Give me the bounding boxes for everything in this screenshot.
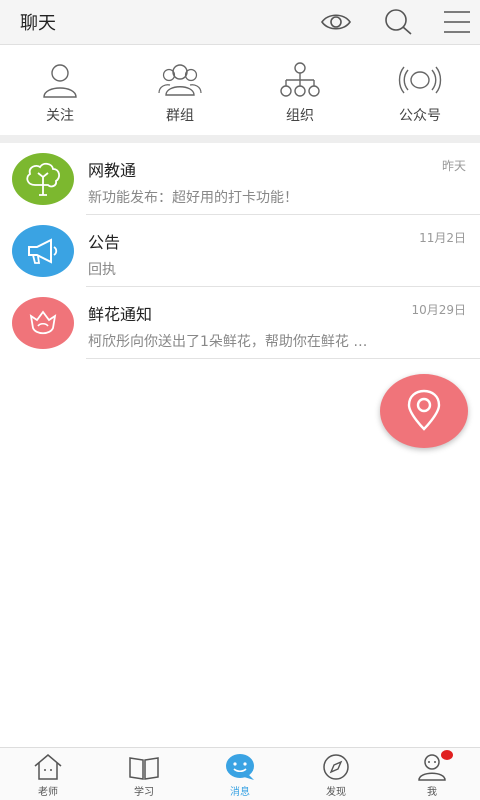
avatar (12, 297, 74, 349)
divider (86, 358, 480, 359)
flower-icon (29, 310, 57, 335)
search-icon[interactable] (382, 6, 414, 38)
message-sender: 公告 (88, 233, 121, 252)
tab-study-label: 学习 (134, 787, 154, 798)
menu-icon[interactable] (440, 6, 472, 38)
tab-study[interactable]: 学习 (96, 748, 192, 800)
tab-me[interactable]: 我 (384, 748, 480, 800)
quick-follow[interactable]: 关注 (0, 45, 120, 135)
message-time: 10月29日 (411, 303, 466, 317)
message-time: 昨天 (441, 159, 466, 173)
chat-icon (226, 754, 254, 780)
quick-follow-label: 关注 (46, 108, 74, 124)
location-pin-icon (407, 389, 441, 431)
avatar (12, 225, 74, 277)
avatar (12, 153, 74, 205)
location-fab-button[interactable] (380, 374, 468, 448)
quick-official-accounts-label: 公众号 (399, 108, 441, 124)
tab-messages-label: 消息 (230, 787, 250, 798)
tab-teacher[interactable]: 老师 (0, 748, 96, 800)
message-sender: 网教通 (88, 161, 137, 180)
page-title: 聊天 (20, 13, 56, 34)
tab-discover[interactable]: 发现 (288, 748, 384, 800)
book-icon (129, 757, 159, 780)
eye-icon[interactable] (320, 6, 352, 38)
org-chart-icon (280, 62, 320, 97)
broadcast-icon (398, 66, 442, 94)
tree-icon (26, 162, 60, 196)
quick-organization-label: 组织 (286, 108, 314, 124)
tab-messages[interactable]: 消息 (192, 748, 288, 800)
megaphone-icon (28, 238, 58, 264)
top-bar: 聊天 (0, 0, 480, 45)
notification-badge (441, 750, 453, 760)
person-icon (43, 64, 77, 98)
quick-actions: 关注 群组 组织 公众号 (0, 45, 480, 135)
quick-official-accounts[interactable]: 公众号 (360, 45, 480, 135)
message-preview: 新功能发布：超好用的打卡功能！ (88, 190, 298, 206)
message-list: 网教通 昨天 新功能发布：超好用的打卡功能！ 公告 11月2日 回执 鲜花通知 … (0, 143, 480, 359)
quick-groups-label: 群组 (166, 108, 194, 124)
quick-organization[interactable]: 组织 (240, 45, 360, 135)
tab-teacher-label: 老师 (38, 787, 58, 798)
quick-groups[interactable]: 群组 (120, 45, 240, 135)
list-item[interactable]: 网教通 昨天 新功能发布：超好用的打卡功能！ (0, 143, 480, 215)
list-item[interactable]: 鲜花通知 10月29日 柯欣彤向你送出了1朵鲜花，帮助你在鲜花 … (0, 287, 480, 359)
message-preview: 柯欣彤向你送出了1朵鲜花，帮助你在鲜花 … (88, 334, 368, 350)
home-icon (34, 754, 62, 780)
tab-discover-label: 发现 (326, 787, 346, 798)
tab-me-label: 我 (427, 787, 437, 798)
compass-icon (323, 754, 349, 780)
group-icon (158, 64, 202, 96)
bottom-tab-bar: 老师 学习 消息 发现 我 (0, 747, 480, 800)
section-divider (0, 135, 480, 143)
list-item[interactable]: 公告 11月2日 回执 (0, 215, 480, 287)
message-sender: 鲜花通知 (88, 305, 153, 324)
message-time: 11月2日 (419, 231, 466, 245)
message-preview: 回执 (88, 262, 116, 278)
